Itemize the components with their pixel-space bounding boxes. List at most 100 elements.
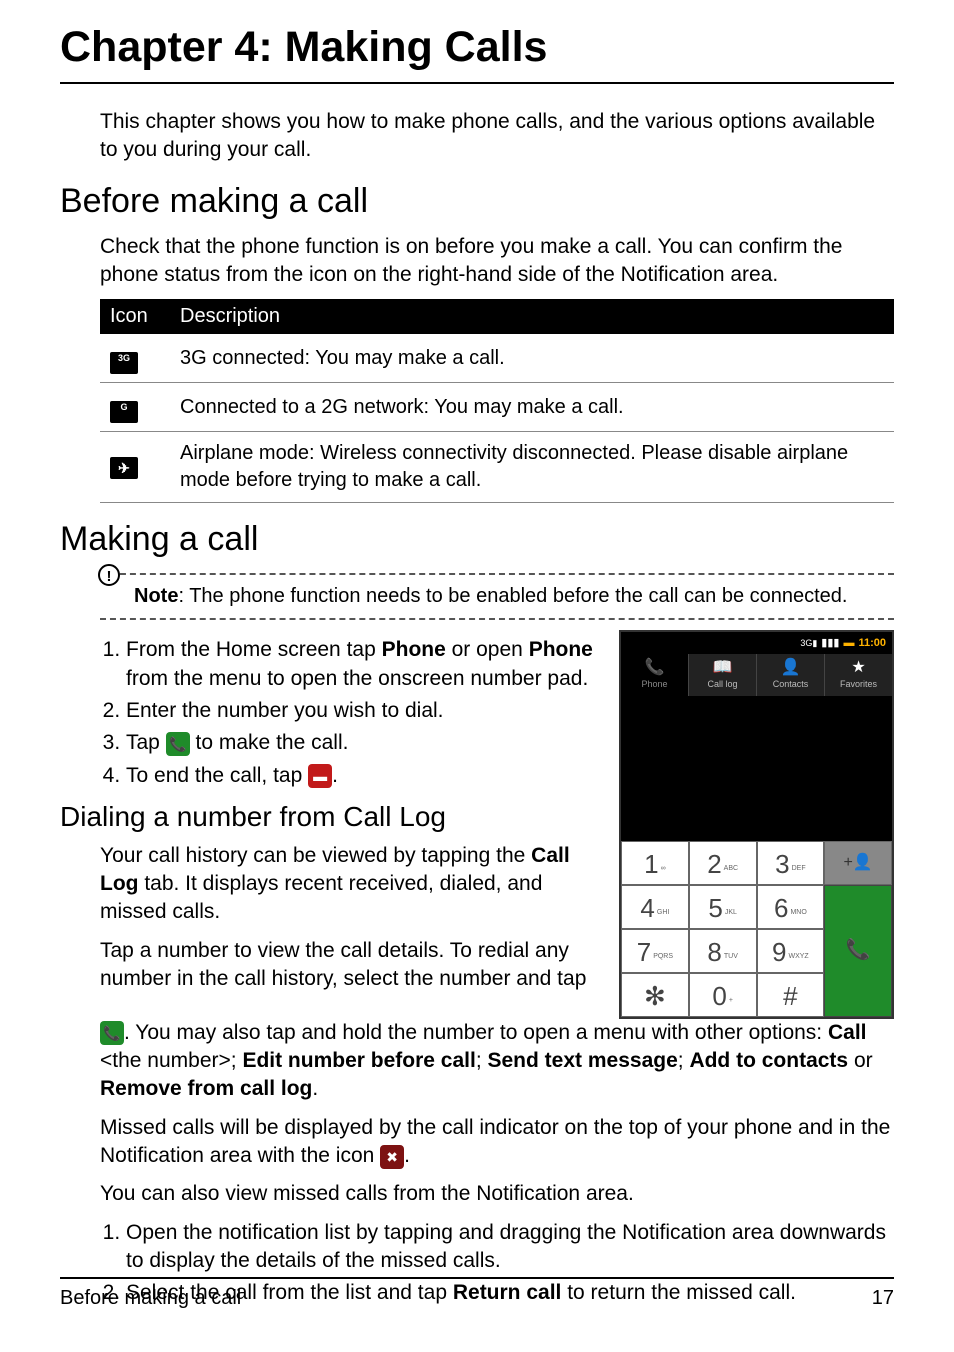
p3c: <the number>; [100, 1049, 242, 1072]
add-contact-icon: +👤 [843, 852, 872, 874]
intro-paragraph: This chapter shows you how to make phone… [100, 108, 894, 165]
key-star[interactable]: ✻ [621, 973, 689, 1017]
key-3[interactable]: 3DEF [757, 841, 825, 885]
col-icon: Icon [100, 299, 170, 334]
p3k: . [312, 1077, 318, 1100]
tab-favorites-label: Favorites [840, 679, 877, 689]
status-battery-icon: ▬ [843, 636, 854, 651]
step-4: To end the call, tap ▬. [126, 762, 607, 790]
key-0[interactable]: 0+ [689, 973, 757, 1017]
tab-phone[interactable]: 📞 Phone [621, 654, 689, 696]
icon-table: Icon Description 3G 3G connected: You ma… [100, 299, 894, 503]
note-label: Note [134, 585, 178, 607]
p3j: Remove from call log [100, 1077, 312, 1100]
phone-number-display [621, 696, 892, 841]
end-call-icon: ▬ [308, 764, 332, 788]
key-5[interactable]: 5JKL [689, 885, 757, 929]
note-icon: ! [98, 564, 120, 586]
tab-contacts[interactable]: 👤 Contacts [757, 654, 825, 696]
key-7[interactable]: 7PQRS [621, 929, 689, 973]
footer-page-number: 17 [872, 1285, 894, 1312]
missed-step-1: Open the notification list by tapping an… [126, 1219, 894, 1276]
step1-phone-1: Phone [382, 638, 446, 661]
key-hash[interactable]: # [757, 973, 825, 1017]
p3g: ; [678, 1049, 690, 1072]
phone-tabs: 📞 Phone 📖 Call log 👤 Contacts ★ Favorite… [621, 654, 892, 696]
p3e: ; [476, 1049, 488, 1072]
note-body: : The phone function needs to be enabled… [178, 585, 847, 607]
step3-text-b: to make the call. [190, 731, 349, 754]
p3f: Send text message [488, 1049, 678, 1072]
step-1: From the Home screen tap Phone or open P… [126, 636, 607, 693]
missed-call-icon: ✖ [380, 1145, 404, 1169]
phone-mockup: 3G▮ ▮▮▮ ▬ 11:00 📞 Phone 📖 Call log [619, 630, 894, 1019]
p4a: Missed calls will be displayed by the ca… [100, 1116, 890, 1167]
tab-contacts-label: Contacts [773, 679, 809, 689]
section-before-heading: Before making a call [60, 179, 894, 225]
tab-favorites[interactable]: ★ Favorites [825, 654, 892, 696]
footer-left: Before making a call [60, 1285, 241, 1312]
step1-text-e: from the menu to open the onscreen numbe… [126, 667, 588, 690]
col-desc: Description [170, 299, 894, 334]
icon-airplane: ✈ [110, 457, 138, 479]
table-row: 3G 3G connected: You may make a call. [100, 334, 894, 383]
step4-text-a: To end the call, tap [126, 764, 308, 787]
call-icon: 📞 [166, 732, 190, 756]
status-signal-icon: ▮▮▮ [821, 636, 839, 651]
key-add-contact[interactable]: +👤 [824, 841, 892, 885]
calllog-p2: Tap a number to view the call details. T… [100, 937, 607, 994]
step-2: Enter the number you wish to dial. [126, 697, 607, 725]
p1c: tab. It displays recent received, dialed… [100, 872, 542, 923]
key-1[interactable]: 1∞ [621, 841, 689, 885]
calllog-p5: You can also view missed calls from the … [100, 1180, 894, 1208]
desc-2g: Connected to a 2G network: You may make … [170, 383, 894, 432]
call-icon: 📞 [100, 1021, 124, 1045]
chapter-title: Chapter 4: Making Calls [60, 18, 894, 76]
calllog-p4: Missed calls will be displayed by the ca… [100, 1114, 894, 1171]
tab-calllog[interactable]: 📖 Call log [689, 654, 757, 696]
desc-3g: 3G connected: You may make a call. [170, 334, 894, 383]
icon-3g: 3G [110, 352, 138, 374]
p3b: Call [828, 1021, 867, 1044]
step4-text-b: . [332, 764, 338, 787]
dial-icon: 📞 [846, 937, 871, 964]
making-call-steps: From the Home screen tap Phone or open P… [100, 636, 607, 790]
page-footer: Before making a call 17 [60, 1277, 894, 1312]
status-3g-icon: 3G▮ [800, 637, 817, 649]
key-4[interactable]: 4GHI [621, 885, 689, 929]
tab-phone-label: Phone [641, 679, 667, 689]
calllog-tab-icon: 📖 [689, 660, 756, 676]
title-rule [60, 82, 894, 84]
p4b: . [404, 1144, 410, 1167]
key-8[interactable]: 8TUV [689, 929, 757, 973]
before-body: Check that the phone function is on befo… [100, 233, 894, 290]
p3h: Add to contacts [689, 1049, 848, 1072]
p3i: or [848, 1049, 873, 1072]
contacts-tab-icon: 👤 [757, 660, 824, 676]
key-9[interactable]: 9WXYZ [757, 929, 825, 973]
note-box: ! Note: The phone function needs to be e… [100, 573, 894, 620]
icon-2g: G [110, 401, 138, 423]
key-6[interactable]: 6MNO [757, 885, 825, 929]
key-dial[interactable]: 📞 [824, 885, 892, 1017]
step1-phone-2: Phone [529, 638, 593, 661]
step-3: Tap 📞 to make the call. [126, 729, 607, 757]
status-time: 11:00 [858, 636, 886, 651]
table-row: ✈ Airplane mode: Wireless connectivity d… [100, 432, 894, 503]
subsection-calllog-heading: Dialing a number from Call Log [60, 798, 607, 836]
p1a: Your call history can be viewed by tappi… [100, 844, 531, 867]
step1-text-c: or open [446, 638, 529, 661]
phone-status-bar: 3G▮ ▮▮▮ ▬ 11:00 [621, 632, 892, 654]
calllog-p3: 📞. You may also tap and hold the number … [100, 1019, 894, 1104]
tab-calllog-label: Call log [707, 679, 737, 689]
phone-tab-icon: 📞 [621, 660, 688, 676]
calllog-p1: Your call history can be viewed by tappi… [100, 842, 607, 927]
desc-airplane: Airplane mode: Wireless connectivity dis… [170, 432, 894, 503]
phone-keypad: 1∞ 2ABC 3DEF +👤 4GHI 5JKL 6MNO 📞 7PQRS 8… [621, 841, 892, 1017]
step3-text-a: Tap [126, 731, 166, 754]
p3a: . You may also tap and hold the number t… [124, 1021, 828, 1044]
step1-text-a: From the Home screen tap [126, 638, 382, 661]
table-row: G Connected to a 2G network: You may mak… [100, 383, 894, 432]
section-making-heading: Making a call [60, 517, 894, 563]
key-2[interactable]: 2ABC [689, 841, 757, 885]
